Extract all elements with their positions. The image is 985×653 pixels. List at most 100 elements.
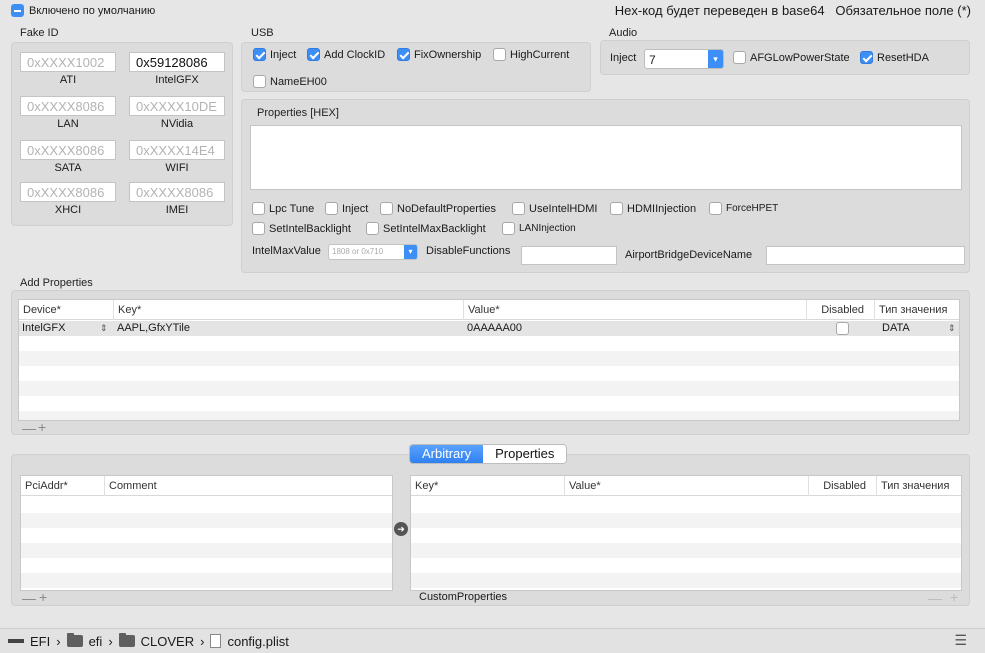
col-custom-value[interactable]: Value* (565, 476, 809, 496)
col-comment[interactable]: Comment (105, 476, 392, 496)
fake-id-label: WIFI (165, 162, 189, 174)
properties-inject-checkbox[interactable]: Inject (325, 202, 368, 215)
path-item-clover[interactable]: CLOVER (141, 634, 194, 649)
drive-icon (8, 639, 24, 643)
audio-inject-select[interactable]: 7 ▾ (644, 49, 724, 69)
fake-id-label: XHCI (54, 204, 82, 216)
audio-title: Audio (609, 27, 638, 39)
fake-id-input[interactable]: 0xXXXX1002 (20, 52, 116, 72)
menu-icon[interactable]: ☰ (954, 632, 967, 649)
add-properties-table[interactable]: Device* Key* Value* Disabled Тип значени… (18, 299, 960, 421)
row-device[interactable]: IntelGFX (19, 321, 65, 336)
fake-id-input[interactable]: 0xXXXX8086 (20, 140, 116, 160)
arbitrary-table[interactable]: PciAddr* Comment (20, 475, 393, 591)
checkbox-icon (397, 48, 410, 61)
table-row (19, 381, 959, 396)
properties-title: Properties [HEX] (257, 107, 339, 119)
properties-hex-textarea[interactable] (250, 125, 962, 190)
col-value[interactable]: Value* (464, 300, 807, 320)
tab-arbitrary[interactable]: Arbitrary (410, 445, 484, 463)
fake-id-label: IntelGFX (155, 74, 199, 86)
add-row-button[interactable]: + (38, 419, 46, 435)
fake-id-label: NVidia (160, 118, 194, 130)
usb-highcurrent-checkbox[interactable]: HighCurrent (493, 48, 569, 61)
fake-id-input[interactable]: 0x59128086 (129, 52, 225, 72)
fake-id-label: LAN (57, 118, 79, 130)
table-row (411, 573, 961, 588)
row-key[interactable]: AAPL,GfxYTile (114, 321, 190, 336)
audio-resethda-checkbox[interactable]: ResetHDA (860, 51, 929, 64)
lpc-tune-checkbox[interactable]: Lpc Tune (252, 202, 314, 215)
col-key[interactable]: Key* (114, 300, 464, 320)
table-row (21, 573, 392, 588)
path-item-efi-volume[interactable]: EFI (30, 634, 50, 649)
audio-inject-label: Inject (610, 52, 637, 64)
remove-row-button[interactable]: — (22, 420, 36, 436)
col-custom-type[interactable]: Тип значения (877, 476, 961, 496)
path-item-config[interactable]: config.plist (227, 634, 288, 649)
chevron-down-icon: ▾ (404, 245, 417, 259)
fake-id-input[interactable]: 0xXXXX14E4 (129, 140, 225, 160)
row-value[interactable]: 0AAAAA00 (464, 321, 522, 336)
add-arbitrary-button[interactable]: + (39, 589, 47, 605)
fake-id-label: ATI (59, 74, 77, 86)
hdmiinjection-checkbox[interactable]: HDMIInjection (610, 202, 696, 215)
usb-add-clockid-checkbox[interactable]: Add ClockID (307, 48, 385, 61)
remove-arbitrary-button[interactable]: — (22, 590, 36, 606)
table-row (19, 351, 959, 366)
checkbox-icon (252, 202, 265, 215)
arrow-right-icon[interactable]: ➜ (394, 522, 408, 536)
laninjection-checkbox[interactable]: LANInjection (502, 222, 576, 235)
chevron-right-icon: › (56, 633, 61, 649)
col-custom-key[interactable]: Key* (411, 476, 565, 496)
usb-inject-checkbox[interactable]: Inject (253, 48, 296, 61)
row-disabled-checkbox[interactable] (836, 322, 849, 335)
fake-id-title: Fake ID (20, 27, 59, 39)
table-row[interactable]: IntelGFX ⇕ AAPL,GfxYTile 0AAAAA00 DATA ⇕ (19, 321, 959, 336)
default-toggle[interactable]: Включено по умолчанию (11, 4, 155, 17)
setintelmaxbacklight-checkbox[interactable]: SetIntelMaxBacklight (366, 222, 486, 235)
col-pciaddr[interactable]: PciAddr* (21, 476, 105, 496)
checkbox-icon (253, 75, 266, 88)
table-row (411, 498, 961, 513)
add-properties-title: Add Properties (20, 277, 93, 289)
path-item-efi-folder[interactable]: efi (89, 634, 103, 649)
useintelhdmi-checkbox[interactable]: UseIntelHDMI (512, 202, 597, 215)
fake-id-input[interactable]: 0xXXXX8086 (20, 96, 116, 116)
col-custom-disabled[interactable]: Disabled (809, 476, 877, 496)
nodefaultproperties-checkbox[interactable]: NoDefaultProperties (380, 202, 496, 215)
chevron-down-icon: ▾ (708, 50, 723, 68)
disablefunctions-input[interactable] (521, 246, 617, 265)
folder-icon (118, 633, 135, 647)
checkbox-icon (733, 51, 746, 64)
add-custom-button[interactable]: + (950, 589, 958, 605)
checkbox-icon (252, 222, 265, 235)
fake-id-input[interactable]: 0xXXXX8086 (129, 182, 225, 202)
row-type[interactable]: DATA (879, 321, 910, 336)
fake-id-input[interactable]: 0xXXXX8086 (20, 182, 116, 202)
airportbridge-input[interactable] (766, 246, 965, 265)
forcehpet-checkbox[interactable]: ForceHPET (709, 202, 778, 215)
minus-icon (11, 4, 24, 17)
fake-id-input[interactable]: 0xXXXX10DE (129, 96, 225, 116)
table-row (19, 366, 959, 381)
remove-custom-button[interactable]: — (928, 590, 942, 606)
usb-nameeh00-checkbox[interactable]: NameEH00 (253, 75, 327, 88)
table-row (411, 528, 961, 543)
intelmaxvalue-combo[interactable]: 1808 or 0x710 ▾ (328, 244, 418, 260)
col-device[interactable]: Device* (19, 300, 114, 320)
table-row (21, 528, 392, 543)
col-type[interactable]: Тип значения (875, 300, 959, 320)
table-header: PciAddr* Comment (21, 476, 392, 496)
chevron-right-icon: › (200, 633, 205, 649)
audio-afglowpower-checkbox[interactable]: AFGLowPowerState (733, 51, 850, 64)
mode-segmented-control[interactable]: Arbitrary Properties (409, 444, 568, 464)
custom-properties-table[interactable]: Key* Value* Disabled Тип значения (410, 475, 962, 591)
checkbox-icon (512, 202, 525, 215)
col-disabled[interactable]: Disabled (807, 300, 875, 320)
tab-properties[interactable]: Properties (483, 445, 567, 463)
usb-fixownership-checkbox[interactable]: FixOwnership (397, 48, 481, 61)
chevron-right-icon: › (108, 633, 113, 649)
file-icon (210, 634, 222, 648)
setintelbacklight-checkbox[interactable]: SetIntelBacklight (252, 222, 351, 235)
